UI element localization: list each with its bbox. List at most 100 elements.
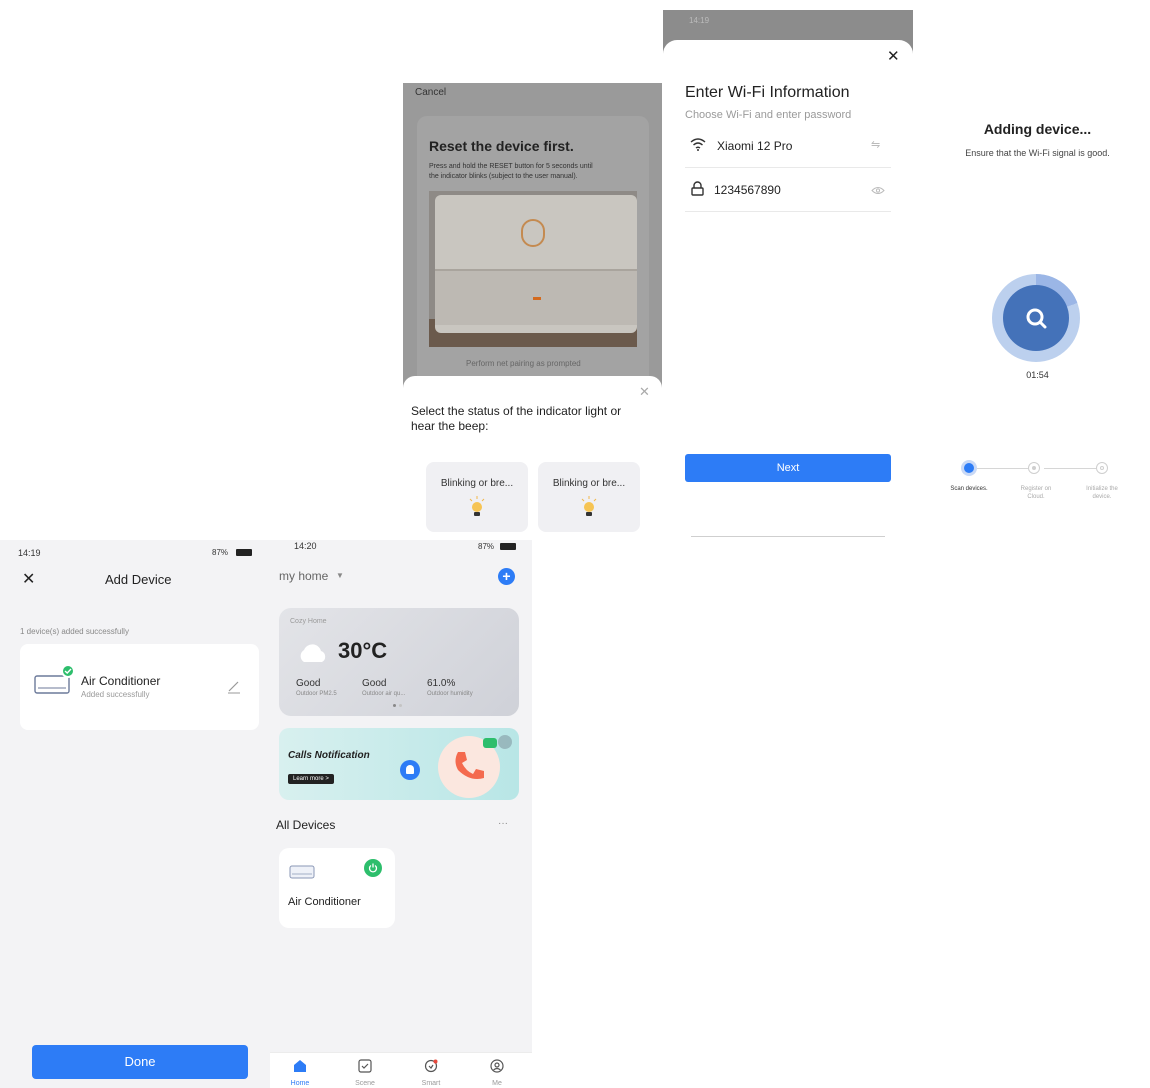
weather-card[interactable]: Cozy Home 30°C Good Outdoor PM2.5 Good O… xyxy=(279,608,519,716)
temperature: 30°C xyxy=(338,638,388,663)
step-label-register-2: Cloud. xyxy=(1027,494,1045,500)
option-label: Blinking or bre... xyxy=(552,478,626,489)
device-status: Added successfully xyxy=(81,690,150,699)
adding-subtitle: Ensure that the Wi-Fi signal is good. xyxy=(965,148,1110,158)
page-indicator-dot xyxy=(393,704,396,707)
reset-button-illustration xyxy=(521,219,545,247)
ssid-field[interactable]: Xiaomi 12 Pro ⇋ xyxy=(685,130,891,168)
eye-icon[interactable] xyxy=(871,186,885,195)
close-icon[interactable]: ✕ xyxy=(887,47,900,65)
close-icon[interactable]: ✕ xyxy=(639,384,650,400)
chat-bubble-icon xyxy=(483,738,497,748)
add-device-panel: 14:19 87% ✕ Add Device 1 device(s) added… xyxy=(0,540,270,1088)
step-label-initialize: Initialize the xyxy=(1086,486,1118,492)
reset-desc-line1: Press and hold the RESET button for 5 se… xyxy=(429,163,593,170)
step-cloud-icon xyxy=(1028,462,1040,474)
metric-value: Good xyxy=(296,678,321,689)
option-label: Blinking or bre... xyxy=(440,478,514,489)
profile-icon xyxy=(490,1059,504,1073)
step-label-register: Register on xyxy=(1020,486,1052,492)
battery-icon xyxy=(236,549,252,556)
step-label-initialize-2: device. xyxy=(1092,494,1112,500)
status-time: 14:19 xyxy=(18,548,41,558)
switch-network-icon[interactable]: ⇋ xyxy=(871,138,880,151)
status-time: 14:20 xyxy=(294,541,317,551)
power-icon[interactable] xyxy=(364,859,382,877)
success-check-icon xyxy=(61,664,75,678)
tab-scene[interactable]: Scene xyxy=(345,1059,385,1087)
sheet-title-line1: Select the status of the indicator light… xyxy=(411,404,622,418)
lock-icon xyxy=(691,181,704,196)
close-icon[interactable]: ✕ xyxy=(22,569,35,589)
tab-label: Me xyxy=(492,1080,502,1087)
indicator-sheet: ✕ Select the status of the indicator lig… xyxy=(403,376,662,538)
home-panel: 14:20 87% my home ▼ + Cozy Home 30°C Goo… xyxy=(270,540,532,1088)
step-connector xyxy=(977,468,1035,469)
step-label-scan: Scan devices. xyxy=(950,486,988,492)
sheet-title-line2: hear the beep: xyxy=(411,419,489,433)
status-time: 14:19 xyxy=(689,16,710,25)
device-reset-photo xyxy=(429,191,637,347)
ssid-value: Xiaomi 12 Pro xyxy=(717,139,793,153)
tab-me[interactable]: Me xyxy=(477,1059,517,1087)
tab-home[interactable]: Home xyxy=(280,1059,320,1087)
adding-title: Adding device... xyxy=(983,121,1092,137)
bell-icon xyxy=(400,760,420,780)
search-icon xyxy=(1026,308,1047,329)
indicator-option-2[interactable]: Blinking or bre... xyxy=(538,462,640,532)
page-title: Add Device xyxy=(105,572,172,587)
phone-icon xyxy=(455,752,484,779)
metric-value: 61.0% xyxy=(427,678,456,689)
status-bar: 14:19 87% xyxy=(0,540,270,566)
reset-panel: Cancel Reset the device first. Press and… xyxy=(403,83,662,538)
wifi-icon xyxy=(690,138,706,151)
bottom-tab-bar: Home Scene Smart Me xyxy=(270,1052,532,1088)
metric-value: Good xyxy=(362,678,387,689)
edit-icon[interactable] xyxy=(227,680,241,694)
step-scan-icon xyxy=(961,460,977,476)
chevron-down-icon[interactable]: ▼ xyxy=(336,571,344,580)
scene-icon xyxy=(358,1059,372,1073)
scanning-indicator xyxy=(992,274,1080,362)
wifi-subtitle: Choose Wi-Fi and enter password xyxy=(685,109,852,121)
done-button[interactable]: Done xyxy=(32,1045,248,1079)
reset-desc-line2: the indicator blinks (subject to the use… xyxy=(429,173,578,180)
password-field[interactable]: 1234567890 xyxy=(685,174,891,212)
add-icon[interactable]: + xyxy=(498,568,515,585)
more-icon[interactable]: ··· xyxy=(498,818,508,829)
countdown-timer: 01:54 xyxy=(1026,370,1049,380)
learn-more-button[interactable]: Learn more > xyxy=(288,774,334,784)
added-summary: 1 device(s) added successfully xyxy=(20,627,129,636)
tab-label: Scene xyxy=(355,1080,375,1087)
light-bulb-icon xyxy=(581,496,597,516)
tab-smart[interactable]: Smart xyxy=(411,1059,451,1087)
metric-label: Outdoor humidity xyxy=(427,691,473,697)
metric-label: Outdoor PM2.5 xyxy=(296,691,337,697)
close-banner-icon[interactable] xyxy=(498,735,512,749)
battery-text: 87% xyxy=(212,548,229,557)
next-button[interactable]: Next xyxy=(685,454,891,482)
adding-panel: Adding device... Ensure that the Wi-Fi s… xyxy=(925,100,1150,520)
pairing-prompt-link[interactable]: Perform net pairing as prompted xyxy=(466,359,581,368)
home-selector[interactable]: my home xyxy=(279,569,328,583)
battery-icon xyxy=(500,543,516,550)
tab-label: Smart xyxy=(421,1080,441,1087)
device-card[interactable]: Air Conditioner xyxy=(279,848,395,928)
indicator-option-1[interactable]: Blinking or bre... xyxy=(426,462,528,532)
wifi-sheet: ✕ Enter Wi-Fi Information Choose Wi-Fi a… xyxy=(663,40,913,540)
step-connector xyxy=(1044,468,1102,469)
tab-label: Home xyxy=(290,1080,310,1087)
smart-icon xyxy=(424,1059,438,1073)
page-indicator-dot xyxy=(399,704,402,707)
metric-label: Outdoor air qu... xyxy=(362,691,406,697)
promo-title: Calls Notification xyxy=(288,750,370,761)
wifi-panel: 14:19 ✕ Enter Wi-Fi Information Choose W… xyxy=(663,10,913,540)
wifi-title: Enter Wi-Fi Information xyxy=(685,84,850,101)
all-devices-heading: All Devices xyxy=(276,818,336,832)
calls-notification-banner[interactable]: Calls Notification Learn more > xyxy=(279,728,519,800)
cancel-link[interactable]: Cancel xyxy=(415,87,446,98)
reset-title: Reset the device first. xyxy=(429,138,574,154)
battery-text: 87% xyxy=(478,542,495,551)
device-name: Air Conditioner xyxy=(81,674,161,688)
weather-label: Cozy Home xyxy=(290,618,327,625)
